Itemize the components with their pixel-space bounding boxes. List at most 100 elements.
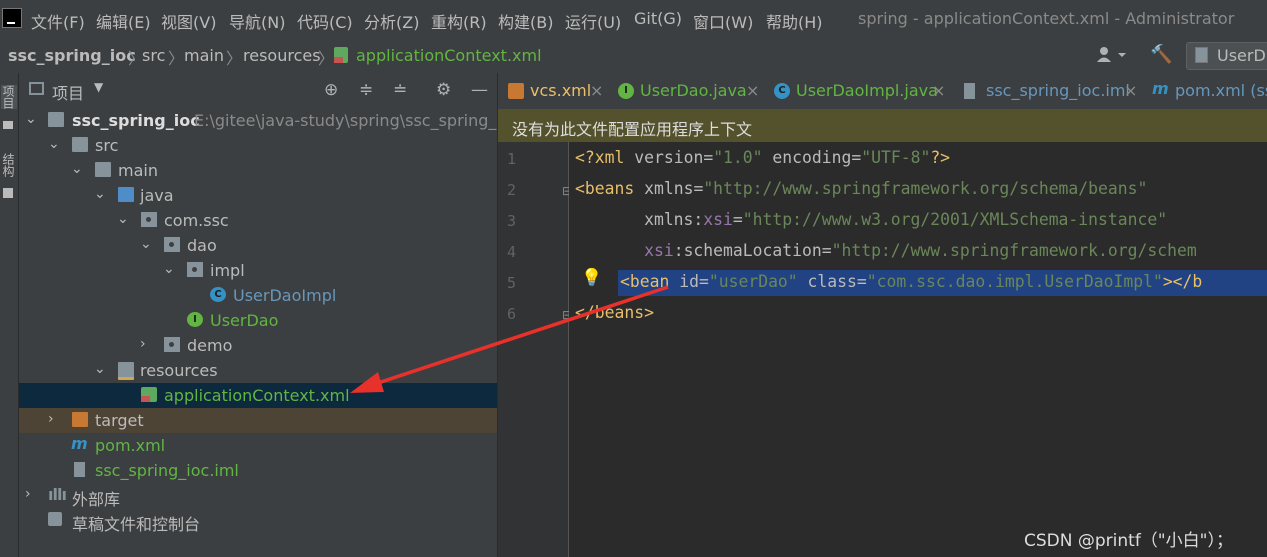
menu-edit[interactable]: 编辑(E) — [96, 9, 151, 33]
iml-file-icon — [74, 462, 85, 477]
chevron-down-icon[interactable]: ⌄ — [25, 111, 37, 127]
run-configuration-selector[interactable]: UserD — [1186, 42, 1267, 70]
tree-row-resources[interactable]: ⌄ resources — [19, 358, 497, 383]
close-icon[interactable]: × — [1124, 81, 1137, 100]
user-icon[interactable] — [1096, 45, 1130, 69]
code-token: xmlns — [644, 179, 694, 198]
tab-userdao-java[interactable]: I UserDao.java × — [608, 73, 762, 109]
chevron-down-icon[interactable]: ⌄ — [48, 136, 60, 152]
window-title: spring - applicationContext.xml - Admini… — [858, 9, 1235, 28]
chevron-right-icon: 〉 — [168, 49, 185, 68]
line-number: 1 — [506, 150, 516, 168]
tree-row-class-userdaoimpl[interactable]: C UserDaoImpl — [19, 283, 497, 308]
chevron-right-icon: 〉 — [226, 49, 243, 68]
menu-build[interactable]: 构建(B) — [498, 9, 553, 33]
code-token: "com.ssc.dao.impl.UserDaoImpl" — [866, 272, 1163, 291]
tree-label: 外部库 — [72, 490, 121, 509]
menu-analyze[interactable]: 分析(Z) — [364, 9, 419, 33]
breadcrumb-file[interactable]: applicationContext.xml — [356, 46, 542, 65]
tree-row-pom[interactable]: m pom.xml — [19, 433, 497, 458]
tab-vcs-xml[interactable]: vcs.xml × — [498, 73, 606, 109]
tree-row-interface-userdao[interactable]: I UserDao — [19, 308, 497, 333]
chevron-down-icon[interactable]: ⌄ — [117, 211, 129, 227]
chevron-right-icon[interactable]: › — [25, 486, 31, 502]
menu-window[interactable]: 窗口(W) — [693, 9, 753, 33]
menu-refactor[interactable]: 重构(R) — [431, 9, 487, 33]
code-token: "http://www.w3.org/2001/XMLSchema-instan… — [742, 210, 1168, 229]
tree-row-package-demo[interactable]: › demo — [19, 333, 497, 358]
tree-label: 草稿文件和控制台 — [72, 515, 201, 534]
close-icon[interactable]: × — [932, 81, 945, 100]
menu-file[interactable]: 文件(F) — [31, 9, 85, 33]
chevron-down-icon[interactable]: ⌄ — [94, 361, 106, 377]
chevron-down-icon[interactable]: ⌄ — [71, 161, 83, 177]
tree-label: UserDaoImpl — [233, 286, 337, 305]
code-token: "1.0" — [713, 148, 763, 167]
interface-icon: I — [618, 83, 634, 99]
tab-userdaoimpl-java[interactable]: C UserDaoImpl.java × — [764, 73, 948, 109]
class-icon: C — [210, 287, 226, 302]
menu-git[interactable]: Git(G) — [634, 9, 682, 28]
expand-all-icon[interactable]: ≑ — [359, 80, 373, 100]
menu-help[interactable]: 帮助(H) — [766, 9, 823, 33]
tab-iml[interactable]: ssc_spring_ioc.iml × — [950, 73, 1140, 109]
chevron-down-icon[interactable]: ⌄ — [140, 236, 152, 252]
chevron-right-icon[interactable]: › — [48, 411, 54, 427]
tree-row-package-impl[interactable]: ⌄ impl — [19, 258, 497, 283]
line-number: 4 — [506, 243, 516, 261]
project-tool-tab[interactable]: 项目 — [1, 85, 17, 109]
project-panel-title[interactable]: 项目 — [52, 80, 84, 104]
tree-row-scratches[interactable]: 草稿文件和控制台 — [19, 508, 497, 534]
file-icon — [1195, 47, 1208, 63]
close-icon[interactable]: × — [590, 81, 603, 100]
breadcrumb-src[interactable]: src — [142, 46, 165, 65]
tree-row-src[interactable]: ⌄ src — [19, 133, 497, 158]
code-token: ?> — [930, 148, 951, 167]
breadcrumb-project[interactable]: ssc_spring_ioc — [8, 46, 136, 65]
tab-pom-xml[interactable]: m pom.xml (ss — [1142, 73, 1267, 109]
code-token: class — [807, 272, 857, 291]
tree-row-package-dao[interactable]: ⌄ dao — [19, 233, 497, 258]
tab-label: ssc_spring_ioc.iml — [986, 81, 1130, 100]
tree-label: pom.xml — [95, 436, 166, 455]
tree-row-project-root[interactable]: ⌄ ssc_spring_ioc E:\gitee\java-study\spr… — [19, 108, 497, 133]
tree-row-package-comssc[interactable]: ⌄ com.ssc — [19, 208, 497, 233]
menu-code[interactable]: 代码(C) — [297, 9, 353, 33]
hammer-icon[interactable]: 🔨 — [1150, 44, 1172, 65]
menu-view[interactable]: 视图(V) — [161, 9, 216, 33]
hide-panel-icon[interactable]: — — [471, 80, 488, 100]
tree-row-main[interactable]: ⌄ main — [19, 158, 497, 183]
structure-tool-tab[interactable]: 结构 — [1, 153, 17, 177]
xml-file-icon — [334, 47, 348, 63]
chevron-down-icon[interactable]: ⌄ — [94, 186, 106, 202]
code-token: < — [620, 272, 630, 291]
lightbulb-icon[interactable]: 💡 — [581, 268, 602, 288]
chevron-down-icon[interactable]: ⌄ — [163, 261, 175, 277]
menu-run[interactable]: 运行(U) — [565, 9, 621, 33]
interface-icon: I — [187, 312, 203, 327]
code-token: id — [679, 272, 699, 291]
locate-icon[interactable]: ⊕ — [324, 80, 338, 100]
tree-row-java[interactable]: ⌄ java — [19, 183, 497, 208]
tree-label: ssc_spring_ioc.iml — [95, 461, 239, 480]
tree-row-iml[interactable]: ssc_spring_ioc.iml — [19, 458, 497, 483]
tree-row-target[interactable]: › target — [19, 408, 497, 433]
project-view-icon — [29, 82, 44, 95]
vcs-file-icon — [508, 83, 524, 99]
tree-row-applicationcontext-selected[interactable]: applicationContext.xml — [19, 383, 497, 408]
package-icon — [141, 212, 157, 227]
package-icon — [164, 237, 180, 252]
dropdown-arrow-icon[interactable]: ▼ — [94, 80, 103, 94]
intellij-logo-icon[interactable] — [2, 8, 22, 28]
gear-icon[interactable]: ⚙ — [436, 80, 451, 100]
code-editor[interactable]: <?xml version="1.0" encoding="UTF-8"?> <… — [569, 142, 1267, 557]
chevron-right-icon[interactable]: › — [140, 336, 146, 352]
breadcrumb-resources[interactable]: resources — [243, 46, 321, 65]
collapse-all-icon[interactable]: ≐ — [393, 80, 407, 100]
menu-navigate[interactable]: 导航(N) — [229, 9, 285, 33]
breadcrumb-main[interactable]: main — [184, 46, 224, 65]
tree-label: dao — [187, 236, 217, 255]
code-token: "UTF-8" — [861, 148, 931, 167]
tree-row-external-libraries[interactable]: › ıllı 外部库 — [19, 483, 497, 509]
close-icon[interactable]: × — [746, 81, 759, 100]
